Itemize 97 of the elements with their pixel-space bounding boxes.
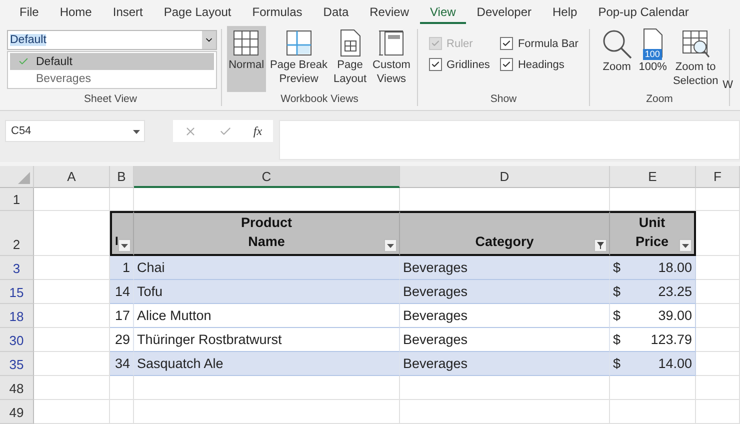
dropdown-option[interactable]: Default: [10, 53, 214, 70]
price-value: 18.00: [658, 260, 692, 275]
menu-tab[interactable]: View: [420, 1, 466, 24]
page-break-icon: [284, 28, 314, 58]
menu-tab[interactable]: Pop-up Calendar: [588, 1, 700, 24]
table-cell: Beverages: [400, 280, 610, 304]
row-header[interactable]: 15: [0, 280, 34, 304]
table-cell: Thüringer Rostbratwurst: [134, 328, 400, 352]
magnifier-icon: [600, 28, 633, 60]
price-value: 14.00: [658, 356, 692, 371]
row-header[interactable]: 35: [0, 352, 34, 376]
name-box[interactable]: C54: [5, 120, 145, 142]
menu-tab[interactable]: Formulas: [242, 1, 313, 24]
table-cell: Beverages: [400, 352, 610, 376]
filter-button[interactable]: [594, 239, 607, 252]
menu-tab[interactable]: File: [9, 1, 50, 24]
caret-icon: [682, 244, 689, 248]
column-header[interactable]: C: [134, 166, 400, 188]
table-header-cell: Product Name: [134, 211, 400, 256]
filter-button[interactable]: [384, 239, 397, 252]
table-cell: Alice Mutton: [134, 304, 400, 328]
checkbox[interactable]: Gridlines: [428, 58, 490, 72]
menu-tab[interactable]: Developer: [466, 1, 542, 24]
price-value: 39.00: [658, 308, 692, 323]
table-cell: 14: [110, 280, 134, 304]
table-cell: 34: [110, 352, 134, 376]
zoom-level-badge: 100: [642, 49, 662, 60]
custom-views-icon: [376, 28, 406, 58]
group-label: Workbook Views: [280, 92, 358, 106]
caret-icon: [121, 244, 128, 248]
filter-button[interactable]: [679, 239, 692, 252]
check-icon: [430, 60, 440, 70]
table-header-cell: Unit Price: [610, 211, 696, 256]
menu-tab[interactable]: Help: [542, 1, 588, 24]
table-cell: Beverages: [400, 256, 610, 280]
check-icon: [502, 60, 511, 70]
row-header[interactable]: 2: [0, 211, 34, 256]
ribbon-label: W: [722, 79, 733, 92]
zoom-button[interactable]: Zoom: [598, 26, 635, 92]
dropdown-option[interactable]: Beverages: [10, 70, 214, 88]
table-cell: Chai: [134, 256, 400, 280]
row-header[interactable]: 30: [0, 328, 34, 352]
menu-tab[interactable]: Data: [312, 1, 360, 24]
selected-text: Default: [10, 34, 46, 46]
table-cell: Sasquatch Ale: [134, 352, 400, 376]
group-label: Zoom: [646, 92, 673, 106]
checkbox[interactable]: Formula Bar: [500, 37, 578, 50]
column-header[interactable]: B: [110, 166, 134, 188]
menu-tab[interactable]: Review: [359, 1, 420, 24]
table-header-cell: I: [110, 211, 134, 256]
table-cell: 17: [110, 304, 134, 328]
caret-icon: [133, 130, 140, 134]
currency-symbol: $: [613, 284, 621, 299]
price-value: 23.25: [658, 284, 692, 299]
table-cell: 29: [110, 328, 134, 352]
row-header[interactable]: 48: [0, 376, 34, 400]
currency-symbol: $: [613, 308, 621, 323]
checkbox[interactable]: Headings: [500, 58, 578, 72]
insert-function-button[interactable]: fx: [253, 124, 262, 139]
column-header[interactable]: E: [610, 166, 696, 188]
table-cell: Beverages: [400, 304, 610, 328]
group-label: Show: [490, 92, 517, 106]
row-header[interactable]: 49: [0, 400, 34, 424]
view-button[interactable]: Custom Views: [370, 26, 412, 92]
menu-tab[interactable]: Home: [49, 1, 102, 24]
currency-symbol: $: [613, 260, 621, 275]
currency-symbol: $: [613, 332, 621, 347]
funnel-icon: [596, 241, 605, 250]
caret-icon: [387, 244, 394, 248]
zoom-button[interactable]: Zoom to Selection: [670, 26, 720, 92]
row-header[interactable]: 3: [0, 256, 34, 280]
check-icon: [502, 39, 511, 48]
view-button[interactable]: Normal: [226, 26, 266, 92]
column-header[interactable]: A: [34, 166, 110, 188]
table-cell: 1: [110, 256, 134, 280]
view-button[interactable]: Page Layout: [332, 26, 369, 92]
column-header[interactable]: F: [696, 166, 740, 188]
sheet-view-dropdown[interactable]: Default: [7, 30, 217, 50]
column-header[interactable]: D: [400, 166, 610, 188]
table-header-cell: Category: [400, 211, 610, 256]
corner-triangle-icon: [18, 172, 30, 184]
menu-tab[interactable]: Insert: [102, 1, 154, 24]
row-header[interactable]: 18: [0, 304, 34, 328]
check-icon: [430, 39, 440, 48]
price-value: 123.79: [650, 332, 692, 347]
filter-button[interactable]: [118, 239, 131, 252]
grid-icon: [231, 28, 262, 58]
zoom-button[interactable]: 100 100%: [636, 26, 669, 92]
table-cell: Tofu: [134, 280, 400, 304]
group-label: Sheet View: [84, 92, 137, 106]
currency-symbol: $: [613, 356, 621, 371]
view-button[interactable]: Page Break Preview: [268, 26, 330, 92]
zoom-selection-icon: [680, 28, 712, 60]
row-header[interactable]: 1: [0, 188, 34, 211]
table-cell: Beverages: [400, 328, 610, 352]
menu-tab[interactable]: Page Layout: [153, 1, 242, 24]
formula-input[interactable]: [279, 120, 740, 160]
